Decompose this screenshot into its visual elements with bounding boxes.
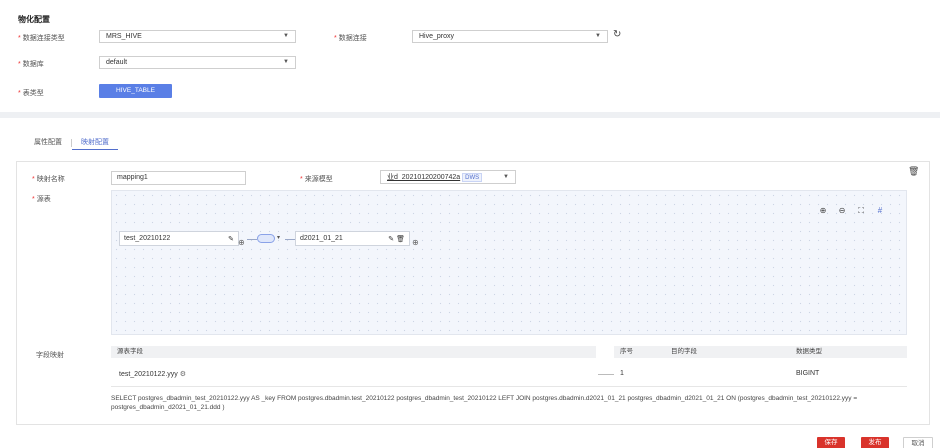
delete-mapping-icon[interactable]: 🗑	[908, 166, 919, 177]
mapping-name-input[interactable]: mapping1	[111, 171, 246, 185]
settings-icon[interactable]: ⚙	[180, 371, 186, 378]
zoom-out-icon[interactable]: ⊖	[837, 206, 847, 216]
sql-preview: SELECT postgres_dbadmin_test_20210122.yy…	[111, 395, 858, 411]
tab-bar: 属性配置 映射配置	[25, 138, 118, 150]
edit-icon[interactable]: ✎	[388, 236, 394, 243]
mapping-name-label: * 映射名称	[32, 176, 65, 183]
conn-select[interactable]: Hive_proxy ▼	[412, 30, 608, 43]
table-type-button[interactable]: HIVE_TABLE	[99, 84, 172, 98]
chevron-down-icon: ▼	[595, 33, 601, 39]
source-node-left[interactable]: test_20210122 ✎	[119, 231, 239, 246]
db-select[interactable]: default ▼	[99, 56, 296, 69]
field-mapping-label: 字段映射	[36, 352, 64, 359]
edit-icon[interactable]: ✎	[228, 235, 234, 243]
section-title: 物化配置	[18, 15, 50, 24]
source-model-tag: DWS	[462, 172, 483, 182]
save-button[interactable]: 保存	[817, 437, 845, 448]
chevron-down-icon[interactable]: ▾	[277, 234, 280, 241]
join-line	[247, 239, 257, 240]
target-header: 序号 目的字段 数据类型	[614, 346, 907, 358]
table-type-label: * 表类型	[18, 90, 44, 97]
zoom-in-icon[interactable]: ⊕	[818, 206, 828, 216]
plus-circle-icon[interactable]: ⊕	[238, 238, 245, 247]
source-field-cell: test_20210122.yyy ⚙	[119, 371, 186, 378]
source-field-header: 源表字段	[111, 346, 596, 358]
source-model-select[interactable]: 业d_20210120200742a DWS ▼	[380, 170, 516, 184]
row-divider	[111, 386, 907, 387]
join-line	[285, 239, 295, 240]
grid-icon[interactable]: #	[875, 206, 885, 216]
db-label: * 数据库	[18, 61, 44, 68]
source-node-right[interactable]: d2021_01_21 ✎ 🗑	[295, 231, 410, 246]
conn-label: * 数据连接	[334, 35, 367, 42]
join-icon[interactable]	[257, 234, 275, 243]
plus-circle-icon[interactable]: ⊕	[412, 238, 419, 247]
fit-icon[interactable]: ⛶	[856, 206, 866, 216]
chevron-down-icon: ▼	[283, 59, 289, 65]
refresh-icon[interactable]: ↻	[613, 29, 621, 40]
tab-mapping[interactable]: 映射配置	[72, 138, 118, 150]
delete-icon[interactable]: 🗑	[396, 236, 405, 243]
chevron-down-icon: ▼	[283, 33, 289, 39]
chevron-down-icon: ▼	[503, 173, 509, 180]
source-table-label: * 源表	[32, 196, 51, 203]
cancel-button[interactable]: 取消	[903, 437, 933, 448]
mapping-line	[598, 374, 614, 375]
join-canvas[interactable]	[111, 190, 907, 335]
conn-type-label: * 数据连接类型	[18, 35, 65, 42]
canvas-toolbar: ⊕ ⊖ ⛶ #	[818, 206, 885, 216]
publish-button[interactable]: 发布	[861, 437, 889, 448]
index-cell: 1	[620, 370, 624, 377]
conn-type-select[interactable]: MRS_HIVE ▼	[99, 30, 296, 43]
data-type-cell: BIGINT	[796, 370, 820, 377]
section-divider	[0, 112, 940, 118]
source-model-label: * 来源模型	[300, 176, 333, 183]
tab-properties[interactable]: 属性配置	[25, 138, 71, 150]
